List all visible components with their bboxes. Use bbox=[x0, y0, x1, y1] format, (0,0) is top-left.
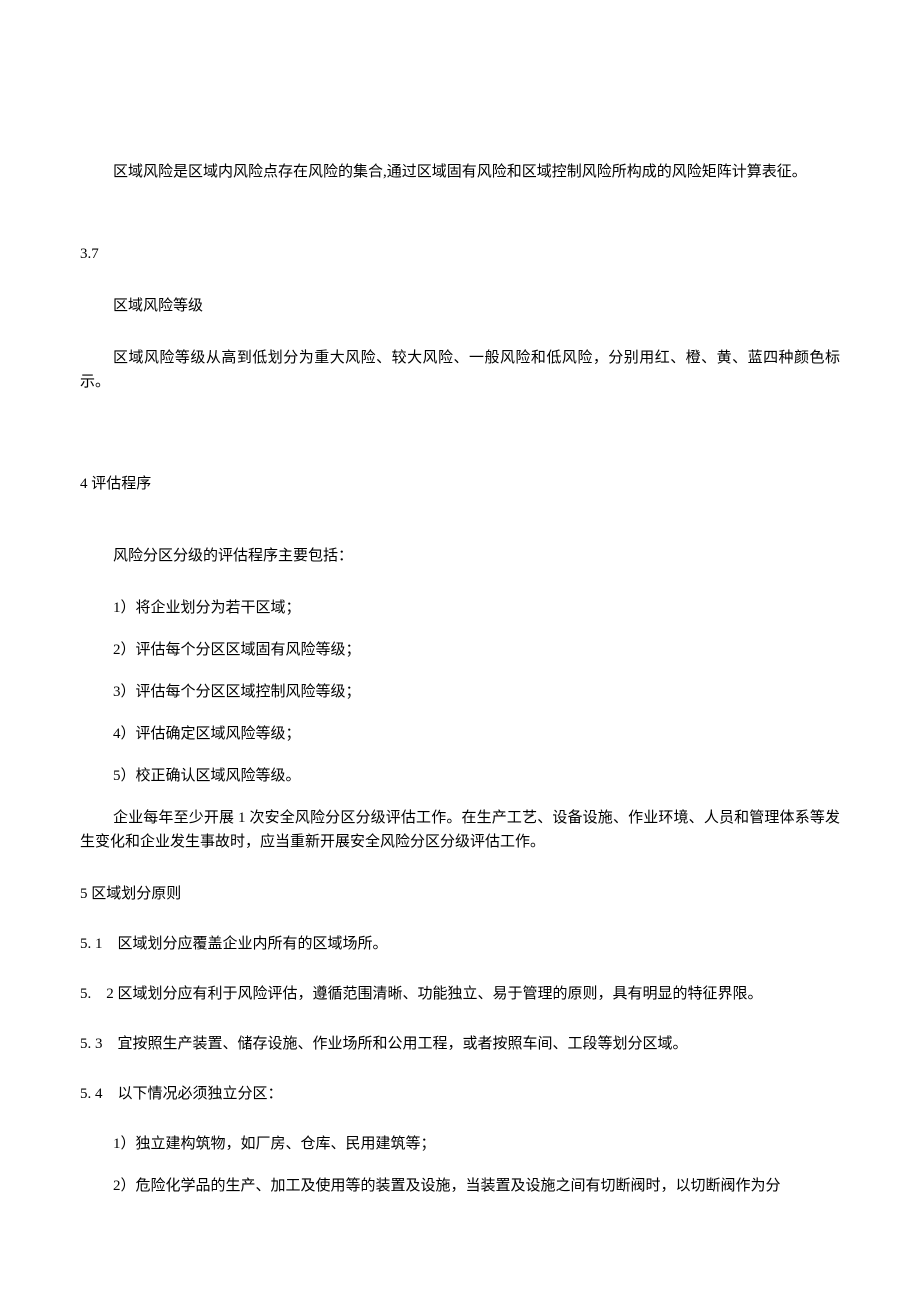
section-5-4-item-2: 2）危险化学品的生产、加工及使用等的装置及设施，当装置及设施之间有切断阀时，以切… bbox=[80, 1174, 840, 1198]
section-4-item-1: 1）将企业划分为若干区域； bbox=[80, 596, 840, 620]
section-4-paragraph: 企业每年至少开展 1 次安全风险分区分级评估工作。在生产工艺、设备设施、作业环境… bbox=[80, 806, 840, 854]
section-4-intro: 风险分区分级的评估程序主要包括： bbox=[80, 544, 840, 568]
section-4-item-3: 3）评估每个分区区域控制风险等级； bbox=[80, 680, 840, 704]
section-5-2: 5. 2 区域划分应有利于风险评估，遵循范围清晰、功能独立、易于管理的原则，具有… bbox=[80, 982, 840, 1006]
section-5-1: 5. 1 区域划分应覆盖企业内所有的区域场所。 bbox=[80, 932, 840, 956]
section-4-heading: 4 评估程序 bbox=[80, 472, 840, 496]
section-5-4-item-1: 1）独立建构筑物，如厂房、仓库、民用建筑等； bbox=[80, 1132, 840, 1156]
section-4-item-5: 5）校正确认区域风险等级。 bbox=[80, 764, 840, 788]
section-3-7-body: 区域风险等级从高到低划分为重大风险、较大风险、一般风险和低风险，分别用红、橙、黄… bbox=[80, 346, 840, 394]
section-5-heading: 5 区域划分原则 bbox=[80, 882, 840, 906]
section-3-7-number: 3.7 bbox=[80, 242, 840, 266]
section-4-item-2: 2）评估每个分区区域固有风险等级； bbox=[80, 638, 840, 662]
section-5-4: 5. 4 以下情况必须独立分区： bbox=[80, 1082, 840, 1106]
section-3-7-title: 区域风险等级 bbox=[80, 294, 840, 318]
definition-paragraph: 区域风险是区域内风险点存在风险的集合,通过区域固有风险和区域控制风险所构成的风险… bbox=[80, 160, 840, 184]
section-4-item-4: 4）评估确定区域风险等级； bbox=[80, 722, 840, 746]
section-5-3: 5. 3 宜按照生产装置、储存设施、作业场所和公用工程，或者按照车间、工段等划分… bbox=[80, 1032, 840, 1056]
